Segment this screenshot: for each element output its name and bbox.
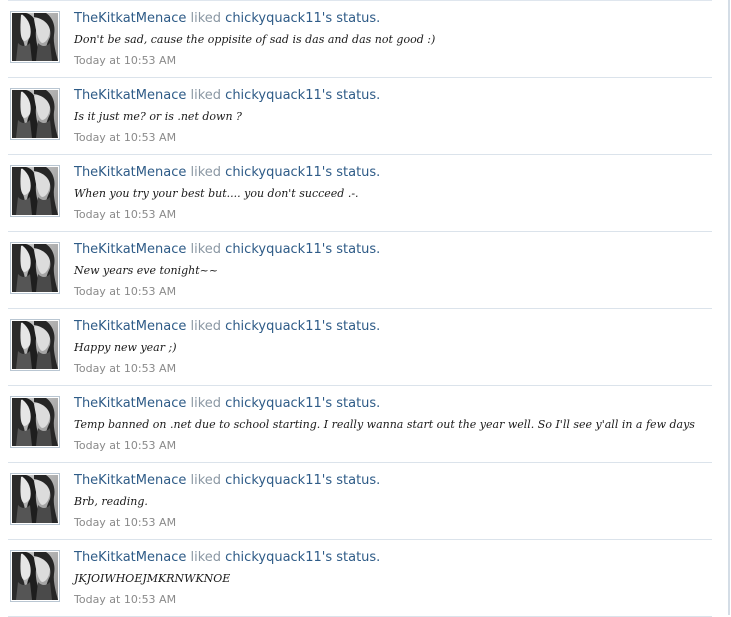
action-text: liked — [190, 319, 222, 334]
activity-line: TheKitkatMenace liked chickyquack11's st… — [74, 241, 380, 259]
activity-line: TheKitkatMenace liked chickyquack11's st… — [74, 472, 380, 490]
status-text: Don't be sad, cause the oppisite of sad … — [74, 33, 436, 46]
status-text: New years eve tonight~~ — [74, 264, 219, 277]
timestamp: Today at 10:53 AM — [74, 131, 177, 144]
actor-username-link[interactable]: TheKitkatMenace — [74, 550, 186, 565]
action-text: liked — [190, 396, 222, 411]
action-text: liked — [190, 11, 222, 26]
actor-username-link[interactable]: TheKitkatMenace — [74, 396, 186, 411]
activity-line: TheKitkatMenace liked chickyquack11's st… — [74, 395, 380, 413]
status-text: When you try your best but.... you don't… — [74, 187, 359, 200]
actor-username-link[interactable]: TheKitkatMenace — [74, 242, 186, 257]
user-avatar-icon[interactable] — [10, 319, 60, 371]
action-text: liked — [190, 242, 222, 257]
activity-line: TheKitkatMenace liked chickyquack11's st… — [74, 10, 380, 28]
target-status-link[interactable]: chickyquack11's status. — [225, 242, 380, 257]
timestamp: Today at 10:53 AM — [74, 208, 177, 221]
feed-item: TheKitkatMenace liked chickyquack11's st… — [8, 463, 712, 540]
target-status-link[interactable]: chickyquack11's status. — [225, 473, 380, 488]
action-text: liked — [190, 550, 222, 565]
target-status-link[interactable]: chickyquack11's status. — [225, 319, 380, 334]
feed-item: TheKitkatMenace liked chickyquack11's st… — [8, 540, 712, 617]
status-text: Temp banned on .net due to school starti… — [74, 418, 695, 431]
actor-username-link[interactable]: TheKitkatMenace — [74, 473, 186, 488]
actor-username-link[interactable]: TheKitkatMenace — [74, 11, 186, 26]
user-avatar-icon[interactable] — [10, 473, 60, 525]
timestamp: Today at 10:53 AM — [74, 362, 177, 375]
action-text: liked — [190, 88, 222, 103]
timestamp: Today at 10:53 AM — [74, 593, 177, 606]
status-text: JKJOIWHOEJMKRNWKNOE — [74, 572, 231, 585]
status-text: Is it just me? or is .net down ? — [74, 110, 242, 123]
feed-item: TheKitkatMenace liked chickyquack11's st… — [8, 1, 712, 78]
timestamp: Today at 10:53 AM — [74, 516, 177, 529]
status-text: Happy new year ;) — [74, 341, 177, 354]
action-text: liked — [190, 473, 222, 488]
feed-item: TheKitkatMenace liked chickyquack11's st… — [8, 155, 712, 232]
feed-item: TheKitkatMenace liked chickyquack11's st… — [8, 386, 712, 463]
user-avatar-icon[interactable] — [10, 165, 60, 217]
timestamp: Today at 10:53 AM — [74, 285, 177, 298]
target-status-link[interactable]: chickyquack11's status. — [225, 396, 380, 411]
target-status-link[interactable]: chickyquack11's status. — [225, 550, 380, 565]
actor-username-link[interactable]: TheKitkatMenace — [74, 319, 186, 334]
action-text: liked — [190, 165, 222, 180]
activity-line: TheKitkatMenace liked chickyquack11's st… — [74, 549, 380, 567]
activity-line: TheKitkatMenace liked chickyquack11's st… — [74, 87, 380, 105]
status-text: Brb, reading. — [74, 495, 148, 508]
timestamp: Today at 10:53 AM — [74, 54, 177, 67]
user-avatar-icon[interactable] — [10, 396, 60, 448]
user-avatar-icon[interactable] — [10, 242, 60, 294]
target-status-link[interactable]: chickyquack11's status. — [225, 88, 380, 103]
target-status-link[interactable]: chickyquack11's status. — [225, 165, 380, 180]
actor-username-link[interactable]: TheKitkatMenace — [74, 165, 186, 180]
feed-item: TheKitkatMenace liked chickyquack11's st… — [8, 78, 712, 155]
activity-feed: TheKitkatMenace liked chickyquack11's st… — [8, 1, 712, 617]
user-avatar-icon[interactable] — [10, 11, 60, 63]
user-avatar-icon[interactable] — [10, 88, 60, 140]
user-avatar-icon[interactable] — [10, 550, 60, 602]
page-edge-border — [728, 0, 730, 615]
feed-item: TheKitkatMenace liked chickyquack11's st… — [8, 309, 712, 386]
activity-line: TheKitkatMenace liked chickyquack11's st… — [74, 164, 380, 182]
actor-username-link[interactable]: TheKitkatMenace — [74, 88, 186, 103]
feed-item: TheKitkatMenace liked chickyquack11's st… — [8, 232, 712, 309]
activity-line: TheKitkatMenace liked chickyquack11's st… — [74, 318, 380, 336]
target-status-link[interactable]: chickyquack11's status. — [225, 11, 380, 26]
timestamp: Today at 10:53 AM — [74, 439, 177, 452]
